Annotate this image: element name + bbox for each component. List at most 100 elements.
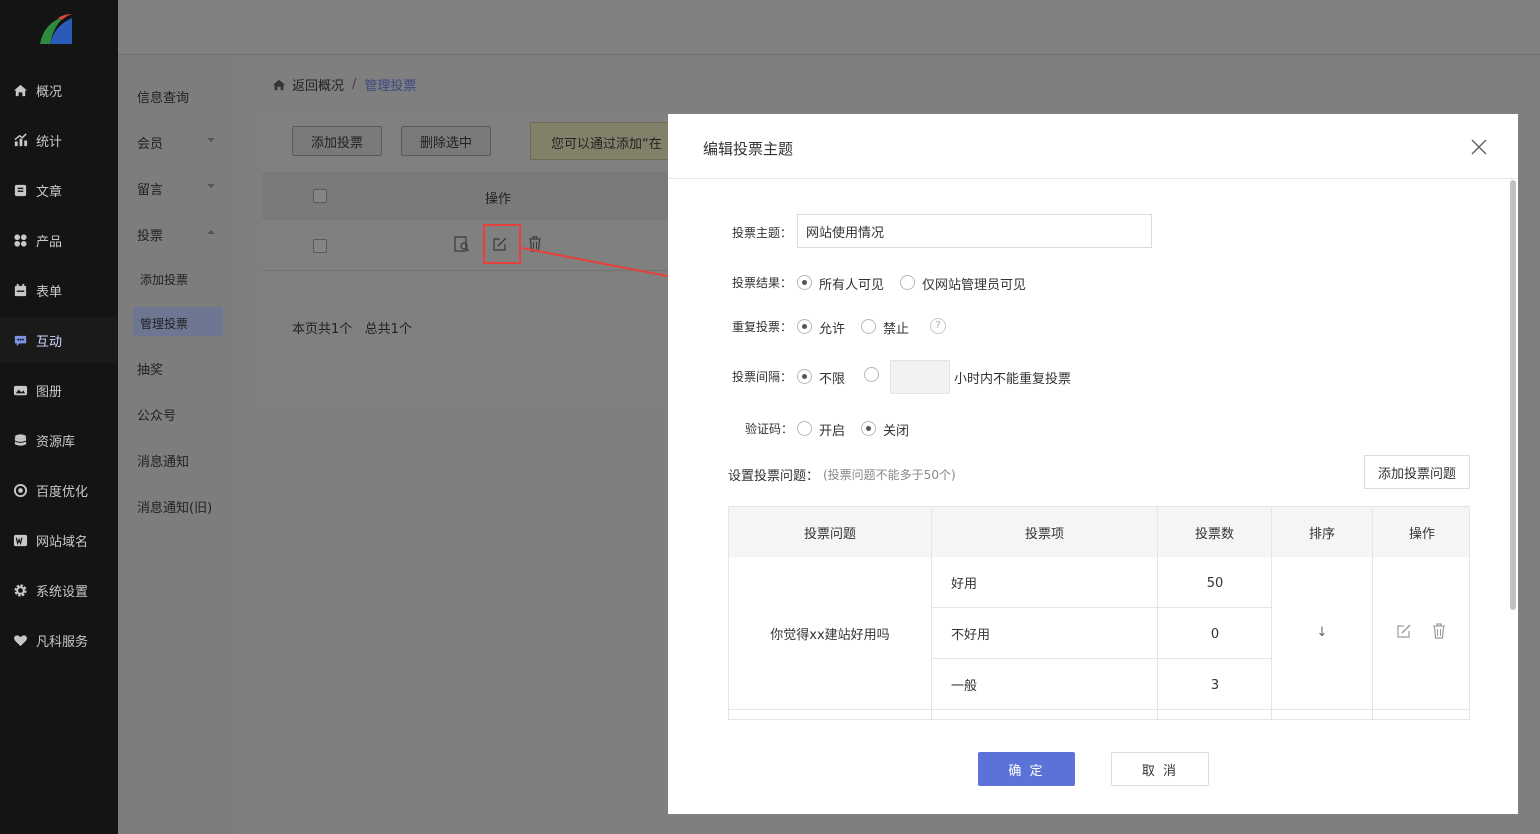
- captcha-on-radio[interactable]: [797, 421, 812, 436]
- close-icon[interactable]: [1468, 136, 1490, 158]
- submenu-item-message[interactable]: 留言: [137, 179, 215, 198]
- submenu-label: 信息查询: [137, 91, 190, 106]
- breadcrumb-back-link[interactable]: 返回概况: [292, 75, 344, 94]
- confirm-button[interactable]: 确 定: [978, 752, 1075, 786]
- sidebar-item-label: 表单: [36, 284, 63, 300]
- captcha-off-radio[interactable]: [861, 421, 876, 436]
- repeat-allow-radio[interactable]: [797, 319, 812, 334]
- sidebar-item-resources[interactable]: 资源库: [0, 417, 118, 463]
- captcha-label: 验证码：: [745, 422, 794, 436]
- ops-column-header: 操作: [485, 192, 512, 207]
- interval-hours-input[interactable]: [890, 360, 950, 394]
- repeat-label: 重复投票：: [732, 320, 793, 334]
- sort-down-icon[interactable]: ↓: [1272, 557, 1372, 707]
- add-vote-button[interactable]: 添加投票: [292, 126, 382, 156]
- option-cell: 一般: [951, 678, 978, 694]
- sidebar-item-gallery[interactable]: 图册: [0, 367, 118, 413]
- chevron-down-icon: [207, 184, 215, 188]
- breadcrumb-current: 管理投票: [364, 79, 417, 94]
- chevron-up-icon: [207, 230, 215, 234]
- interval-unlimited-label: 不限: [819, 372, 846, 387]
- sidebar-item-domain[interactable]: 网站域名: [0, 517, 118, 563]
- count-cell: 0: [1210, 626, 1220, 642]
- submenu-label: 管理投票: [140, 317, 189, 331]
- delete-selected-button[interactable]: 删除选中: [401, 126, 491, 156]
- submenu-item-info[interactable]: 信息查询: [137, 87, 189, 106]
- table-header-sort: 排序: [1272, 507, 1373, 557]
- submenu-item-vote[interactable]: 投票: [137, 225, 215, 244]
- option-cell: 不好用: [951, 627, 991, 643]
- submenu-item-manage-vote[interactable]: 管理投票: [140, 315, 188, 332]
- sidebar-item-stats[interactable]: 统计: [0, 117, 118, 163]
- gear-icon: [12, 582, 28, 598]
- secondary-menu: [118, 55, 238, 834]
- table-divider: [931, 557, 932, 719]
- form-icon: [12, 282, 28, 298]
- submenu-label: 投票: [137, 229, 164, 244]
- submenu-item-notification-old[interactable]: 消息通知(旧): [137, 497, 212, 516]
- sidebar-item-article[interactable]: 文章: [0, 167, 118, 213]
- edit-highlight-box: [483, 224, 521, 264]
- submenu-label: 留言: [137, 183, 164, 198]
- top-bar: [118, 0, 1540, 55]
- home-icon: [272, 79, 286, 90]
- captcha-on-label: 开启: [819, 424, 846, 439]
- count-cell: 50: [1206, 575, 1224, 591]
- interval-hours-radio[interactable]: [864, 367, 879, 382]
- count-cell: 3: [1210, 677, 1220, 693]
- option-cell: 好用: [951, 576, 978, 592]
- dialog-title: 编辑投票主题: [703, 140, 794, 158]
- submenu-label: 添加投票: [140, 273, 189, 287]
- sidebar-item-label: 网站域名: [36, 534, 89, 550]
- preview-icon[interactable]: [453, 235, 471, 253]
- questions-note: (投票问题不能多于50个): [823, 468, 956, 482]
- sidebar-item-seo[interactable]: 百度优化: [0, 467, 118, 513]
- sidebar-item-label: 百度优化: [36, 484, 89, 500]
- domain-icon: [12, 532, 28, 548]
- table-divider: [1372, 557, 1373, 719]
- logo: [40, 14, 72, 44]
- sidebar-item-form[interactable]: 表单: [0, 267, 118, 313]
- sidebar-item-settings[interactable]: 系统设置: [0, 567, 118, 613]
- submenu-item-official-account[interactable]: 公众号: [137, 405, 176, 424]
- article-icon: [12, 182, 28, 198]
- cancel-button[interactable]: 取 消: [1111, 752, 1209, 786]
- sidebar-item-interaction[interactable]: 互动: [0, 317, 118, 363]
- dialog-scrollbar[interactable]: [1510, 180, 1516, 610]
- submenu-label: 会员: [137, 137, 164, 152]
- help-icon[interactable]: ?: [930, 318, 946, 334]
- edit-vote-dialog: 编辑投票主题 投票主题： 投票结果： 所有人可见 仅网站管理员可见 重复投票： …: [668, 114, 1518, 814]
- sidebar-item-label: 资源库: [36, 434, 76, 450]
- submenu-item-add-vote[interactable]: 添加投票: [140, 271, 188, 288]
- sidebar-item-label: 系统设置: [36, 584, 89, 600]
- result-admin-radio[interactable]: [900, 275, 915, 290]
- notice-banner: 您可以通过添加“在: [530, 122, 680, 160]
- stats-icon: [12, 132, 28, 148]
- gallery-icon: [12, 382, 28, 398]
- home-icon: [12, 82, 28, 98]
- interval-unlimited-radio[interactable]: [797, 369, 812, 384]
- sidebar-item-service[interactable]: 凡科服务: [0, 617, 118, 663]
- result-all-radio[interactable]: [797, 275, 812, 290]
- sidebar-item-product[interactable]: 产品: [0, 217, 118, 263]
- edit-icon[interactable]: [1395, 622, 1413, 640]
- interval-suffix: 小时内不能重复投票: [954, 372, 1072, 387]
- topic-input[interactable]: [797, 214, 1152, 248]
- chevron-down-icon: [207, 138, 215, 142]
- breadcrumb-separator: /: [352, 77, 357, 92]
- submenu-item-notification[interactable]: 消息通知: [137, 451, 189, 470]
- repeat-allow-label: 允许: [819, 322, 846, 337]
- sidebar-item-overview[interactable]: 概况: [0, 67, 118, 113]
- sidebar-item-label: 互动: [36, 334, 63, 350]
- submenu-label: 抽奖: [137, 363, 164, 378]
- repeat-forbid-radio[interactable]: [861, 319, 876, 334]
- submenu-item-lottery[interactable]: 抽奖: [137, 359, 163, 378]
- chat-icon: [12, 332, 28, 348]
- submenu-item-member[interactable]: 会员: [137, 133, 215, 152]
- select-all-checkbox[interactable]: [313, 189, 327, 203]
- add-question-button[interactable]: 添加投票问题: [1364, 455, 1470, 489]
- delete-icon[interactable]: [1430, 622, 1448, 640]
- table-header-ops: 操作: [1373, 507, 1469, 557]
- row-checkbox[interactable]: [313, 239, 327, 253]
- result-label: 投票结果：: [732, 276, 793, 290]
